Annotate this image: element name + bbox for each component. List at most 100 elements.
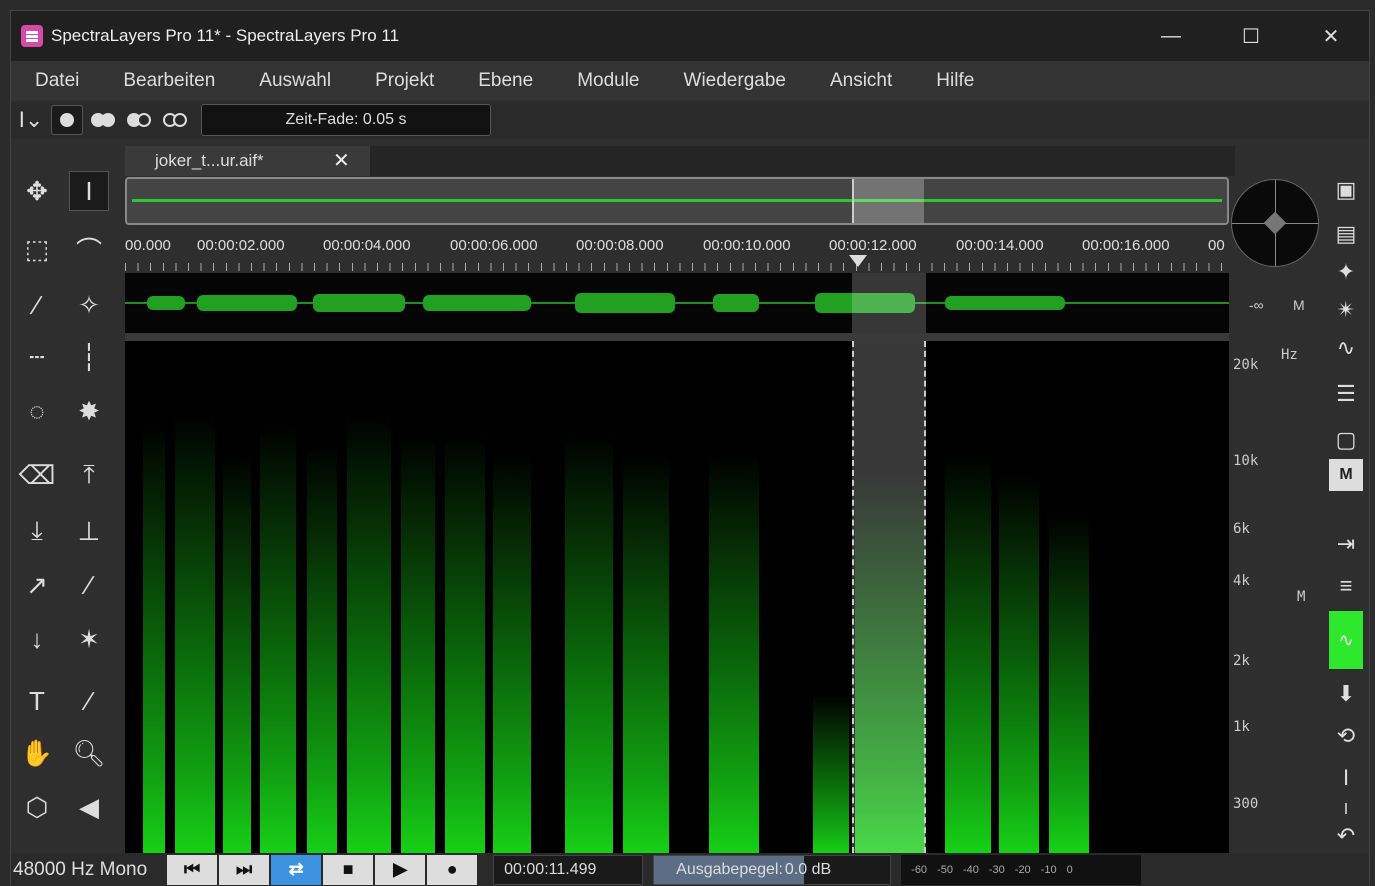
waveform-module-icon[interactable]: ∿ <box>1327 329 1365 367</box>
split-icon[interactable]: ✴ <box>1327 291 1365 329</box>
ruler-label: 00:00:12.000 <box>829 237 917 254</box>
menu-hilfe[interactable]: Hilfe <box>936 70 974 92</box>
menu-datei[interactable]: Datei <box>35 70 79 92</box>
waveform-view[interactable] <box>125 273 1229 333</box>
scale-label: -40 <box>962 863 979 876</box>
maximize-button[interactable]: ☐ <box>1216 11 1286 61</box>
spectral-burst <box>401 433 435 853</box>
document-tab[interactable]: joker_t...ur.aif* ✕ <box>125 146 370 176</box>
spectrogram-view[interactable] <box>125 341 1229 853</box>
stack-down-icon[interactable]: ⬇ <box>1327 675 1365 713</box>
waveform-selection[interactable] <box>852 273 926 333</box>
move-tool-icon[interactable]: ✥ <box>17 171 57 211</box>
time-ruler[interactable]: 00.000 00:00:02.000 00:00:04.000 00:00:0… <box>125 231 1229 271</box>
skip-forward-button[interactable]: ⏭︎ <box>219 854 270 885</box>
menu-auswahl[interactable]: Auswahl <box>259 70 331 92</box>
spectral-burst <box>143 423 165 853</box>
undo-icon[interactable]: ↶ <box>1327 817 1365 855</box>
3d-navigator[interactable] <box>1231 179 1319 267</box>
meter-mode[interactable]: M <box>1293 297 1305 313</box>
play-button[interactable]: ▶ <box>375 854 426 885</box>
stamp-tool-icon[interactable]: ⊥ <box>69 511 109 551</box>
pane-splitter[interactable] <box>125 333 1229 341</box>
close-window-button[interactable]: ✕ <box>1296 11 1366 61</box>
menu-ansicht[interactable]: Ansicht <box>830 70 892 92</box>
skip-back-button[interactable]: ⏮︎ <box>167 854 218 885</box>
chip-icon[interactable]: ▤ <box>1327 215 1365 253</box>
ruler-label: 00:00:06.000 <box>450 237 538 254</box>
navigator-cube-icon[interactable] <box>1263 211 1287 235</box>
spectrogram-selection[interactable] <box>852 341 926 853</box>
layer-link-icon[interactable]: ▢ <box>1327 421 1365 459</box>
text-tool-icon[interactable]: T <box>17 681 57 721</box>
time-fade-field[interactable]: Zeit-Fade: 0.05 s <box>201 104 491 136</box>
zoom-tool-icon[interactable]: 🔍︎ <box>69 733 109 773</box>
monitor-icon[interactable]: ▣ <box>1327 171 1365 209</box>
select-mode-intersect-icon[interactable] <box>159 105 191 135</box>
brush-selection-icon[interactable]: ∕ <box>17 285 57 325</box>
time-selection-tool-icon[interactable]: I <box>69 171 109 211</box>
menu-ebene[interactable]: Ebene <box>478 70 533 92</box>
amplify-tool-icon[interactable]: ⤒ <box>69 455 109 495</box>
tab-close-icon[interactable]: ✕ <box>333 148 350 173</box>
waveform-segment <box>945 296 1065 310</box>
menu-wiedergabe[interactable]: Wiedergabe <box>684 70 786 92</box>
minimize-button[interactable]: — <box>1136 11 1206 61</box>
pen-tool-icon[interactable]: ↗ <box>17 565 57 605</box>
scale-label: -30 <box>988 863 1005 876</box>
rectangle-selection-icon[interactable]: ⬚ <box>17 229 57 269</box>
mono-button[interactable]: M <box>1329 459 1363 491</box>
select-mode-add-icon[interactable] <box>87 105 119 135</box>
frequency-selection-icon[interactable]: ┆ <box>69 337 109 377</box>
harmonic-selection-icon[interactable]: ┄ <box>17 337 57 377</box>
tools-panel: ✥ I ⬚ ⌒ ∕ ✧ ┄ ┆ ◌ ✸ ⌫ ⤒ ⤓ ⊥ ↗ ∕ ↓ ✶ T ∕ … <box>11 141 123 851</box>
history-icon[interactable]: ⟲ <box>1327 717 1365 755</box>
output-level-slider[interactable]: Ausgabepegel: 0.0 dB <box>653 854 892 885</box>
unmix-icon[interactable]: ✦ <box>1327 253 1365 291</box>
spectral-burst <box>813 693 849 853</box>
stop-button[interactable]: ■ <box>323 854 374 885</box>
spectral-burst <box>1049 513 1089 853</box>
time-display[interactable]: 00:00:11.499 <box>493 854 644 885</box>
magic-wand-icon[interactable]: ✧ <box>69 285 109 325</box>
app-window: SpectraLayers Pro 11* - SpectraLayers Pr… <box>10 10 1370 886</box>
hand-tool-icon[interactable]: ✋ <box>17 733 57 773</box>
frequency-tick: 2k <box>1233 653 1250 669</box>
waveform-segment <box>147 296 185 310</box>
sample-selection-icon[interactable]: ◌ <box>17 391 57 431</box>
reduce-tool-icon[interactable]: ⤓ <box>17 511 57 551</box>
overview-selection[interactable] <box>852 179 924 223</box>
menu-module[interactable]: Module <box>577 70 639 92</box>
text-cursor-tool-icon[interactable]: I⌄ <box>15 105 47 135</box>
overview-scrollbar[interactable] <box>125 177 1229 225</box>
spectral-burst <box>347 413 391 853</box>
level-meter-scale: -60 -50 -40 -30 -20 -10 0 <box>901 854 1142 885</box>
speaker-tool-icon[interactable]: ◀ <box>69 787 109 827</box>
layers-icon[interactable]: ≡ <box>1327 567 1365 605</box>
waveform-segment <box>423 295 531 311</box>
list-icon[interactable]: ☰ <box>1327 375 1365 413</box>
frequency-tick: 300 <box>1233 796 1259 812</box>
spot-selection-icon[interactable]: ✸ <box>69 391 109 431</box>
menu-bearbeiten[interactable]: Bearbeiten <box>123 70 215 92</box>
eyedropper-icon[interactable]: ∕ <box>69 681 109 721</box>
3d-cube-icon[interactable]: ⬡ <box>17 787 57 827</box>
spectral-burst <box>175 413 215 853</box>
playhead-marker[interactable] <box>849 255 867 267</box>
frequency-tick: 6k <box>1233 521 1250 537</box>
forward-icon[interactable]: ⇥ <box>1327 525 1365 563</box>
menu-projekt[interactable]: Projekt <box>375 70 434 92</box>
paint-brush-icon[interactable]: ∕ <box>69 565 109 605</box>
select-mode-single-icon[interactable] <box>51 105 83 135</box>
select-mode-subtract-icon[interactable] <box>123 105 155 135</box>
audio-format: 48000 Hz Mono <box>13 858 148 880</box>
lasso-selection-icon[interactable]: ⌒ <box>69 229 109 269</box>
record-button[interactable]: ● <box>427 854 478 885</box>
loop-button[interactable]: ⇄ <box>271 854 322 885</box>
active-layer-icon[interactable]: ∿ <box>1329 611 1363 669</box>
spectral-burst <box>999 473 1039 853</box>
spray-tool-icon[interactable]: ✶ <box>69 619 109 659</box>
pencil-tool-icon[interactable]: ↓ <box>17 619 57 659</box>
eraser-tool-icon[interactable]: ⌫ <box>17 455 57 495</box>
frequency-axis[interactable]: Hz 20k 10k 6k 4k 2k 1k 300 M <box>1231 341 1311 853</box>
